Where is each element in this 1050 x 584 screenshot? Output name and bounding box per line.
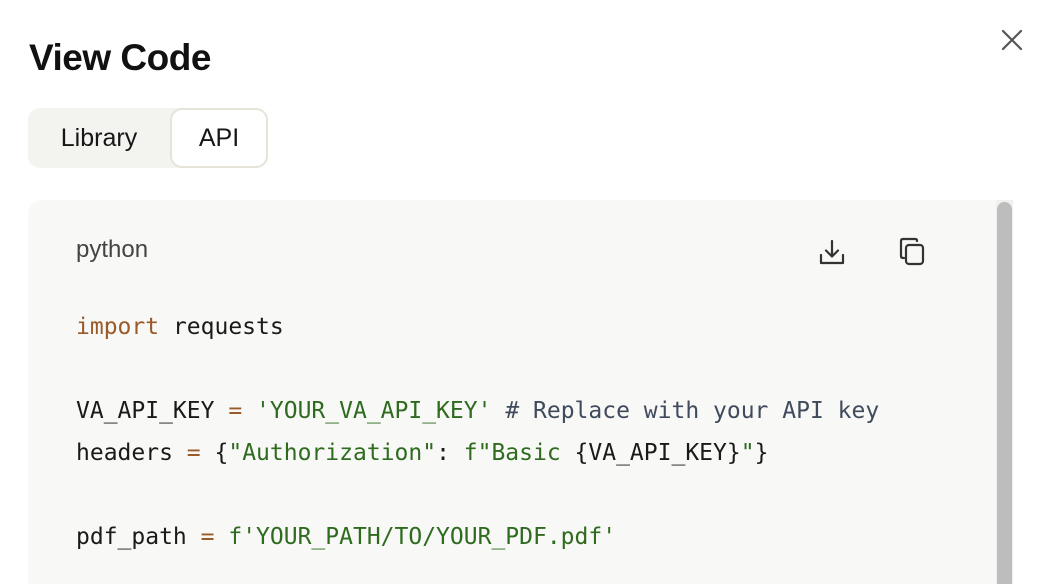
code-line: pdf_path = f'YOUR_PATH/TO/YOUR_PDF.pdf': [76, 516, 879, 558]
dialog-title: View Code: [29, 37, 211, 78]
code-type-tabs: Library API: [28, 108, 268, 168]
code-token: {VA_API_KEY}: [574, 440, 741, 466]
copy-button[interactable]: [894, 234, 930, 270]
code-token: }: [754, 440, 769, 466]
code-token: {: [200, 440, 229, 466]
code-language-label: python: [76, 236, 149, 263]
code-token: =: [200, 524, 215, 550]
code-token: 'YOUR_VA_API_KEY': [256, 398, 492, 424]
tab-library[interactable]: Library: [28, 108, 170, 168]
code-token: requests: [159, 314, 284, 340]
code-token: import: [76, 314, 160, 340]
code-token: pdf_path: [76, 524, 201, 550]
code-token: f"Basic: [463, 440, 575, 466]
code-line: import requests: [76, 306, 879, 348]
close-icon: [1001, 29, 1023, 51]
code-token: headers: [76, 440, 187, 466]
code-block: python import requests VA_API_KEY = 'YOUR…: [28, 200, 996, 584]
code-token: =: [186, 440, 201, 466]
code-token: ": [740, 440, 755, 466]
code-token: =: [228, 398, 243, 424]
code-token: :: [436, 440, 464, 466]
tab-api[interactable]: API: [170, 108, 268, 168]
code-token: f'YOUR_PATH/TO/YOUR_PDF.pdf': [228, 524, 617, 550]
scrollbar-thumb[interactable]: [997, 202, 1012, 584]
code-token: # Replace with your API key: [505, 398, 880, 424]
code-content: import requests VA_API_KEY = 'YOUR_VA_API…: [76, 306, 879, 558]
code-token: "Authorization": [228, 440, 437, 466]
view-code-dialog: View Code Library API python import requ…: [0, 0, 1050, 584]
download-icon: [819, 239, 845, 265]
code-token: VA_API_KEY: [76, 398, 229, 424]
download-button[interactable]: [814, 234, 850, 270]
code-line: headers = {"Authorization": f"Basic {VA_…: [76, 432, 879, 474]
code-scrollbar[interactable]: [996, 200, 1013, 584]
copy-icon: [899, 237, 925, 266]
close-button[interactable]: [996, 24, 1028, 56]
code-line: VA_API_KEY = 'YOUR_VA_API_KEY' # Replace…: [76, 390, 879, 432]
